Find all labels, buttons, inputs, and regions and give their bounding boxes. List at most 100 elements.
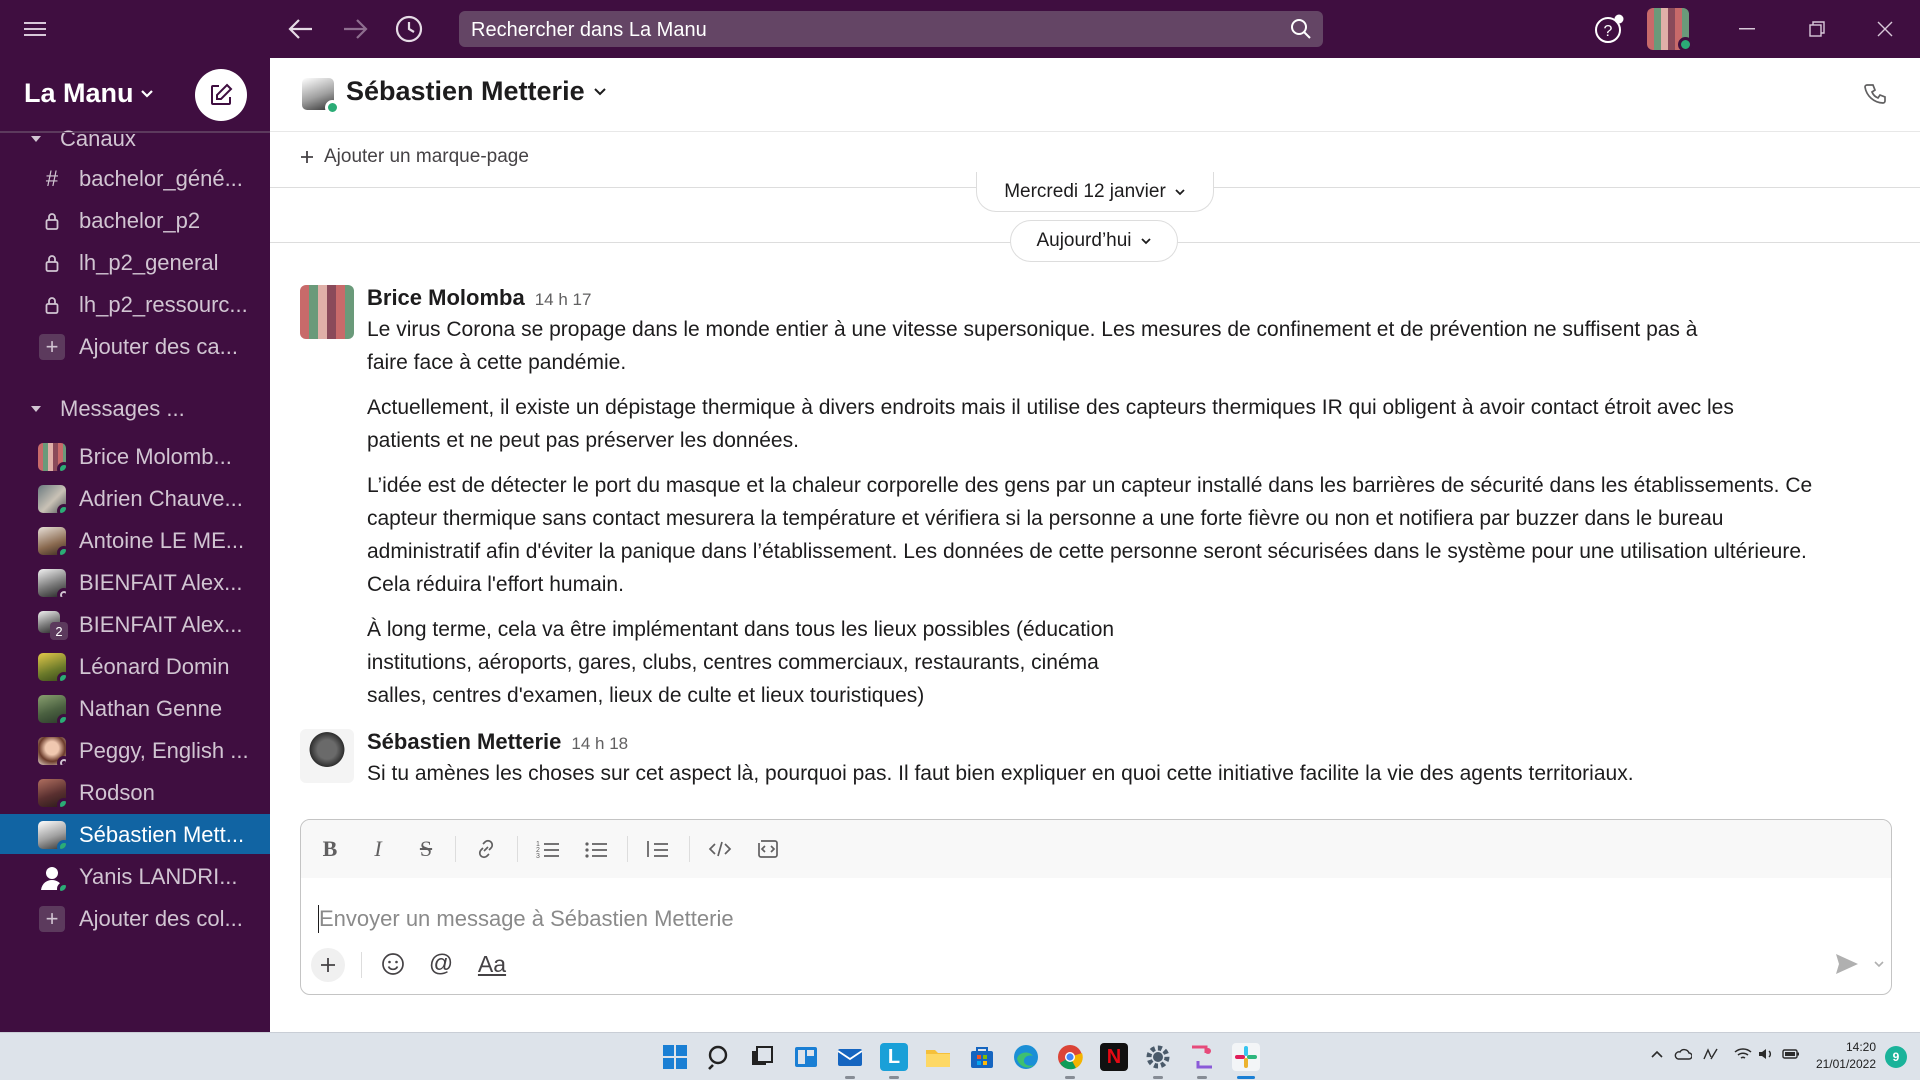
dm-label: Yanis LANDRI... [79,864,238,889]
search-bar[interactable]: Rechercher dans La Manu [459,11,1323,47]
history-clock-icon[interactable] [394,14,424,44]
messages-header-label: Messages ... [60,396,185,421]
actions-divider [361,952,362,978]
chrome-browser-icon[interactable] [1056,1043,1084,1071]
sidebar-dm-nathan-genne[interactable]: Nathan Genne [0,688,270,728]
code-button[interactable] [705,834,735,864]
wifi-icon[interactable] [1734,1047,1752,1064]
sidebar-channel-bachelor-general[interactable]: # bachelor_géné... [0,158,270,198]
blockquote-button[interactable] [643,834,673,864]
close-window-icon[interactable] [1872,16,1898,42]
message-paragraph: Actuellement, il existe un dépistage the… [367,396,1734,452]
messages-section-header[interactable]: Messages ... [0,388,270,428]
avatar[interactable] [300,285,354,339]
message-timestamp[interactable]: 14 h 18 [571,734,628,753]
bulleted-list-icon [585,842,607,858]
sidebar-dm-adrien-chauve[interactable]: Adrien Chauve... [0,478,270,518]
conversation-title-button[interactable]: Sébastien Metterie [346,76,607,107]
message-timestamp[interactable]: 14 h 17 [535,290,592,309]
search-icon[interactable] [1289,17,1313,41]
sidebar-channel-bachelor-p2[interactable]: bachelor_p2 [0,200,270,240]
sidebar-dm-bienfait-alex-group[interactable]: 2 BIENFAIT Alex... [0,604,270,644]
date-label: Mercredi 12 janvier [1004,180,1166,202]
battery-icon[interactable] [1782,1047,1800,1064]
date-jump-today[interactable]: Aujourd’hui [1010,220,1178,262]
file-explorer-icon[interactable] [924,1043,952,1071]
channels-section-header[interactable]: Canaux [0,120,270,160]
notification-count-badge[interactable]: 9 [1885,1046,1907,1068]
onedrive-cloud-icon[interactable] [1674,1047,1693,1064]
workspace-switcher[interactable]: La Manu [24,78,154,109]
formatting-toggle-button[interactable]: Aa [471,948,513,980]
store-icon[interactable] [968,1043,996,1071]
call-button[interactable] [1860,80,1890,110]
hamburger-menu-icon[interactable] [22,16,48,42]
active-app-indicator [845,1076,855,1079]
send-button[interactable] [1831,948,1863,980]
sidebar-dm-sebastien-metterie[interactable]: Sébastien Mett... [0,814,270,854]
search-placeholder: Rechercher dans La Manu [471,19,707,41]
sidebar-dm-rodson[interactable]: Rodson [0,772,270,812]
message-author[interactable]: Brice Molomba 14 h 17 [367,285,591,311]
sidebar-dm-yanis-landri[interactable]: Yanis LANDRI... [0,856,270,896]
slack-app-icon[interactable] [1232,1043,1260,1071]
emoji-button[interactable] [377,948,409,980]
bulleted-list-button[interactable] [581,834,611,864]
dm-label: Peggy, English ... [79,738,249,763]
chevron-down-icon [31,136,41,142]
snipping-tool-icon[interactable] [1188,1043,1216,1071]
sidebar-channel-lh-p2-ressources[interactable]: lh_p2_ressourc... [0,284,270,324]
windows-start-icon[interactable] [661,1043,689,1071]
italic-button[interactable]: I [363,834,393,864]
online-status-dot [1678,37,1693,52]
sidebar-dm-antoine-le-me[interactable]: Antoine LE ME... [0,520,270,560]
link-button[interactable] [471,834,501,864]
widgets-icon[interactable] [792,1043,820,1071]
strikethrough-button[interactable]: S [411,834,441,864]
compose-button[interactable] [195,69,247,121]
code-block-button[interactable] [753,834,783,864]
forward-arrow-icon[interactable] [340,15,370,43]
help-icon[interactable]: ? [1594,14,1624,44]
plus-icon: + [39,906,65,932]
language-pen-icon[interactable] [1702,1047,1722,1064]
message-input[interactable]: Envoyer un message à Sébastien Metterie [301,878,1891,942]
sidebar-dm-leonard-domin[interactable]: Léonard Domin [0,646,270,686]
send-options-button[interactable] [1863,948,1895,980]
sidebar-channel-lh-p2-general[interactable]: lh_p2_general [0,242,270,282]
date-jump-previous[interactable]: Mercredi 12 janvier [976,172,1214,212]
bold-button[interactable]: B [315,834,345,864]
dm-label: Adrien Chauve... [79,486,243,511]
lexibook-app-icon[interactable]: L [880,1043,908,1071]
settings-gear-icon[interactable] [1144,1043,1172,1071]
add-channels-button[interactable]: + Ajouter des ca... [0,326,270,366]
phone-icon [1864,84,1886,104]
avatar [38,821,66,849]
sidebar-dm-bienfait-alex[interactable]: BIENFAIT Alex... [0,562,270,602]
netflix-icon[interactable]: N [1100,1043,1128,1071]
mail-icon[interactable] [836,1043,864,1071]
search-icon[interactable] [705,1043,733,1071]
add-bookmark-button[interactable]: Ajouter un marque-page [300,146,529,168]
tray-overflow-chevron-icon[interactable] [1650,1047,1664,1064]
sidebar-dm-brice-molomba[interactable]: Brice Molomb... [0,436,270,476]
sidebar-dm-peggy-english[interactable]: Peggy, English ... [0,730,270,770]
message-author[interactable]: Sébastien Metterie 14 h 18 [367,729,628,755]
attach-button[interactable] [311,948,345,982]
mention-button[interactable]: @ [425,948,457,980]
task-view-icon[interactable] [748,1043,776,1071]
dm-label: Antoine LE ME... [79,528,245,553]
edge-browser-icon[interactable] [1012,1043,1040,1071]
back-arrow-icon[interactable] [286,15,316,43]
volume-icon[interactable] [1758,1047,1774,1064]
restore-window-icon[interactable] [1804,16,1830,42]
add-colleagues-button[interactable]: + Ajouter des col... [0,898,270,938]
taskbar-clock[interactable]: 14:20 21/01/2022 [1806,1039,1876,1073]
header-divider [0,132,270,133]
lock-icon [38,292,66,318]
avatar[interactable] [300,729,354,783]
ordered-list-button[interactable]: 123 [533,834,563,864]
minimize-window-icon[interactable] [1734,16,1760,42]
active-app-indicator [1065,1076,1075,1079]
formatting-toggle-label: Aa [477,950,507,977]
